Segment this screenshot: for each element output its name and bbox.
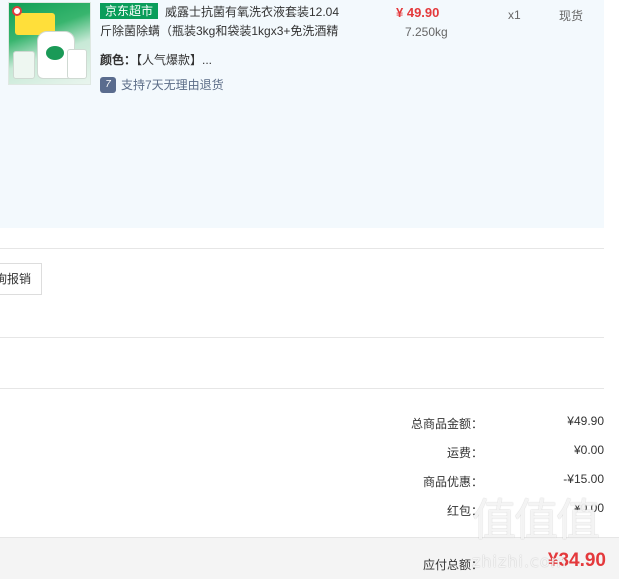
section-divider (0, 337, 604, 338)
product-spec: 颜色：【人气爆款】... (100, 51, 212, 68)
summary-label-red-packet: 红包： (446, 504, 483, 518)
payable-total-value: ¥34.90 (547, 550, 606, 571)
return-policy-icon: 7 (100, 77, 116, 93)
product-pouch-graphic (13, 51, 35, 79)
return-policy[interactable]: 7 支持7天无理由退货 (100, 77, 224, 93)
brand-logo (12, 6, 22, 16)
item-stock-status: 现货 (559, 9, 584, 23)
payable-total-label: 应付总额： (422, 558, 483, 572)
product-refill-graphic (67, 49, 87, 79)
spec-value: 【人气爆款】... (136, 53, 213, 67)
jd-supermarket-tag: 京东超市 (100, 3, 159, 19)
invoice-reimburse-button[interactable]: 询报销 (0, 263, 42, 295)
summary-label-goods-total: 总商品金额： (410, 417, 483, 431)
item-quantity: x1 (508, 8, 521, 22)
summary-value-discount: -¥15.00 (563, 472, 604, 486)
item-weight: 7.250kg (405, 25, 448, 39)
return-policy-text: 支持7天无理由退货 (121, 78, 224, 92)
section-divider (0, 388, 604, 389)
section-divider (0, 248, 604, 249)
spec-label: 颜色： (100, 53, 137, 67)
summary-value-shipping: ¥0.00 (573, 443, 604, 457)
item-price: ¥ 49.90 (396, 5, 440, 20)
product-thumbnail[interactable] (8, 2, 91, 85)
payable-total-bar: 应付总额： ¥34.90 (0, 537, 619, 579)
summary-label-shipping: 运费： (446, 446, 483, 460)
summary-value-goods-total: ¥49.90 (567, 414, 604, 428)
summary-label-discount: 商品优惠： (422, 475, 483, 489)
order-item-panel: 威露士抗菌有氧洗衣液套装12.04斤除菌除螨（瓶装3kg和袋装1kgx3+免洗酒… (0, 0, 604, 228)
summary-value-red-packet: ¥0.00 (573, 501, 604, 515)
